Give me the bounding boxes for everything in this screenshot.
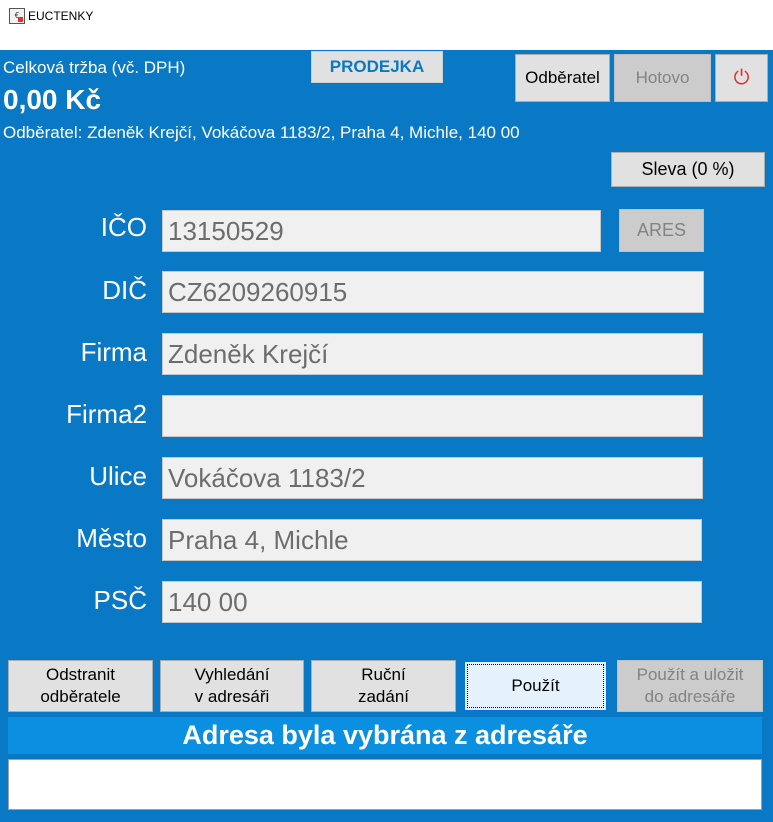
- revenue-label: Celková tržba (vč. DPH): [3, 58, 186, 77]
- manual-line2: zadání: [357, 687, 410, 706]
- status-message: Adresa byla vybrána z adresáře: [8, 717, 762, 754]
- ico-label: IČO: [100, 212, 147, 242]
- mesto-field[interactable]: Praha 4, Michle: [162, 519, 702, 561]
- firma-label: Firma: [80, 337, 147, 367]
- customer-summary: Odběratel: Zdeněk Krejčí, Vokáčova 1183/…: [3, 123, 520, 142]
- hotovo-button[interactable]: Hotovo: [614, 54, 711, 102]
- window-title: EUCTENKY: [28, 9, 94, 23]
- mesto-label: Město: [76, 523, 147, 553]
- firma-field[interactable]: Zdeněk Krejčí: [162, 333, 703, 375]
- use-and-save-button[interactable]: Použít a uložit do adresáře: [617, 660, 763, 712]
- revenue-value: 0,00 Kč: [3, 84, 102, 115]
- use-save-line2: do adresáře: [644, 687, 736, 706]
- discount-button[interactable]: Sleva (0 %): [611, 152, 765, 187]
- firma2-label: Firma2: [66, 399, 147, 429]
- remove-customer-button[interactable]: Odstranit odběratele: [8, 660, 153, 712]
- app-icon: €: [9, 8, 25, 24]
- search-line1: Vyhledání: [194, 665, 270, 684]
- psc-field[interactable]: 140 00: [162, 581, 702, 623]
- use-save-line1: Použít a uložit: [636, 665, 744, 684]
- document-type-button[interactable]: PRODEJKA: [311, 51, 443, 83]
- odberatel-button[interactable]: Odběratel: [515, 54, 610, 102]
- remove-customer-line2: odběratele: [40, 687, 121, 706]
- psc-label: PSČ: [93, 585, 147, 615]
- main-panel: Celková tržba (vč. DPH) 0,00 Kč Odběrate…: [0, 50, 773, 822]
- use-button[interactable]: Použít: [463, 660, 608, 712]
- bottom-input[interactable]: [8, 759, 762, 810]
- ulice-label: Ulice: [89, 461, 147, 491]
- power-button[interactable]: ⏻: [715, 54, 768, 102]
- remove-customer-line1: Odstranit: [46, 665, 115, 684]
- power-icon: ⏻: [733, 66, 750, 89]
- ulice-field[interactable]: Vokáčova 1183/2: [162, 457, 703, 499]
- ares-button[interactable]: ARES: [619, 209, 704, 252]
- search-line2: v adresáři: [194, 687, 270, 706]
- manual-entry-button[interactable]: Ruční zadání: [311, 660, 456, 712]
- address-book-search-button[interactable]: Vyhledání v adresáři: [160, 660, 304, 712]
- ico-field[interactable]: 13150529: [162, 210, 601, 252]
- firma2-field[interactable]: [162, 395, 703, 437]
- dic-field[interactable]: CZ6209260915: [162, 271, 704, 313]
- manual-line1: Ruční: [361, 665, 406, 684]
- dic-label: DIČ: [102, 275, 147, 305]
- title-bar: € EUCTENKY: [0, 0, 773, 50]
